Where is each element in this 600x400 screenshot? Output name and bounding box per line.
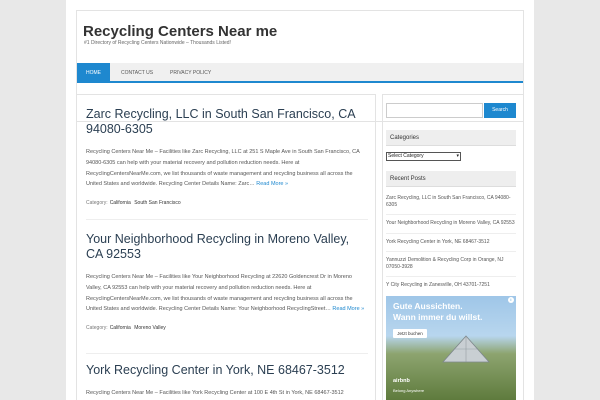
post-title-link[interactable]: Your Neighborhood Recycling in Moreno Va… — [86, 232, 368, 262]
categories-widget-title: Categories — [386, 130, 516, 146]
category-link-moreno-valley[interactable]: Moreno Valley — [134, 325, 166, 331]
nav-item-contact-us[interactable]: Contact Us — [112, 63, 162, 83]
chevron-down-icon: ▾ — [456, 153, 459, 159]
main-content: Zarc Recycling, LLC in South San Francis… — [76, 94, 376, 400]
read-more-link[interactable]: Read More » — [332, 306, 364, 312]
post-item: Zarc Recycling, LLC in South San Francis… — [86, 107, 368, 206]
sidebar: Search Categories Select Category ▾ Rece… — [382, 94, 524, 400]
recent-post-link[interactable]: Your Neighborhood Recycling in Moreno Va… — [386, 220, 516, 234]
category-link-california[interactable]: California — [110, 200, 131, 206]
category-label: Category: — [86, 325, 108, 332]
recent-posts-list: Zarc Recycling, LLC in South San Francis… — [386, 195, 516, 299]
pyramid-image — [442, 335, 490, 363]
advertisement-banner[interactable]: i Gute Aussichten. Wann immer du willst.… — [386, 296, 516, 400]
page-container: Recycling Centers Near me #1 Directory o… — [66, 0, 534, 400]
post-divider — [86, 353, 368, 354]
nav-item-home[interactable]: Home — [77, 63, 110, 83]
post-excerpt: Recycling Centers Near Me – Facilities l… — [86, 390, 344, 396]
post-item: Your Neighborhood Recycling in Moreno Va… — [86, 232, 368, 331]
post-title-link[interactable]: York Recycling Center in York, NE 68467-… — [86, 363, 368, 378]
main-nav: Home Contact Us Privacy Policy — [77, 63, 523, 83]
search-input[interactable] — [386, 103, 483, 118]
post-excerpt-text: Recycling Centers Near Me – Facilities l… — [86, 274, 353, 313]
ad-cta-button[interactable]: Jetzt buchen — [393, 329, 427, 338]
category-select[interactable]: Select Category ▾ — [386, 152, 461, 161]
recent-post-link[interactable]: York Recycling Center in York, NE 68467-… — [386, 239, 516, 252]
post-excerpt: Recycling Centers Near Me – Facilities l… — [86, 147, 368, 190]
read-more-link[interactable]: Read More » — [256, 181, 288, 187]
post-excerpt-text: Recycling Centers Near Me – Facilities l… — [86, 149, 360, 188]
ad-info-icon[interactable]: i — [508, 297, 514, 303]
recent-posts-widget-title: Recent Posts — [386, 171, 516, 187]
category-link-california[interactable]: California — [110, 325, 131, 331]
post-divider — [86, 219, 368, 220]
post-item: York Recycling Center in York, NE 68467-… — [86, 363, 368, 399]
category-link-south-san-francisco[interactable]: South San Francisco — [134, 200, 180, 206]
ad-tagline: Belong Anywhere — [393, 388, 425, 393]
post-meta: Category: California Moreno Valley — [86, 325, 368, 331]
nav-item-privacy-policy[interactable]: Privacy Policy — [161, 63, 220, 83]
recent-post-link[interactable]: Yannuzzi Demolition & Recycling Corp in … — [386, 257, 516, 278]
search-button[interactable]: Search — [484, 103, 516, 118]
site-description: #1 Directory of Recycling Centers Nation… — [84, 40, 231, 46]
post-meta: Category: California South San Francisco — [86, 200, 368, 206]
recent-post-link[interactable]: Y City Recycling in Zanesville, OH 43701… — [386, 282, 516, 294]
site-title[interactable]: Recycling Centers Near me — [83, 23, 277, 40]
post-excerpt: Recycling Centers Near Me – Facilities l… — [86, 272, 368, 315]
category-label: Category: — [86, 200, 108, 207]
recent-post-link[interactable]: Zarc Recycling, LLC in South San Francis… — [386, 195, 516, 216]
ad-headline-line2: Wann immer du willst. — [393, 312, 483, 322]
airbnb-logo: airbnb — [393, 378, 410, 384]
category-select-value: Select Category — [388, 153, 424, 159]
post-title-link[interactable]: Zarc Recycling, LLC in South San Francis… — [86, 107, 368, 137]
ad-headline-line1: Gute Aussichten. — [393, 301, 463, 311]
